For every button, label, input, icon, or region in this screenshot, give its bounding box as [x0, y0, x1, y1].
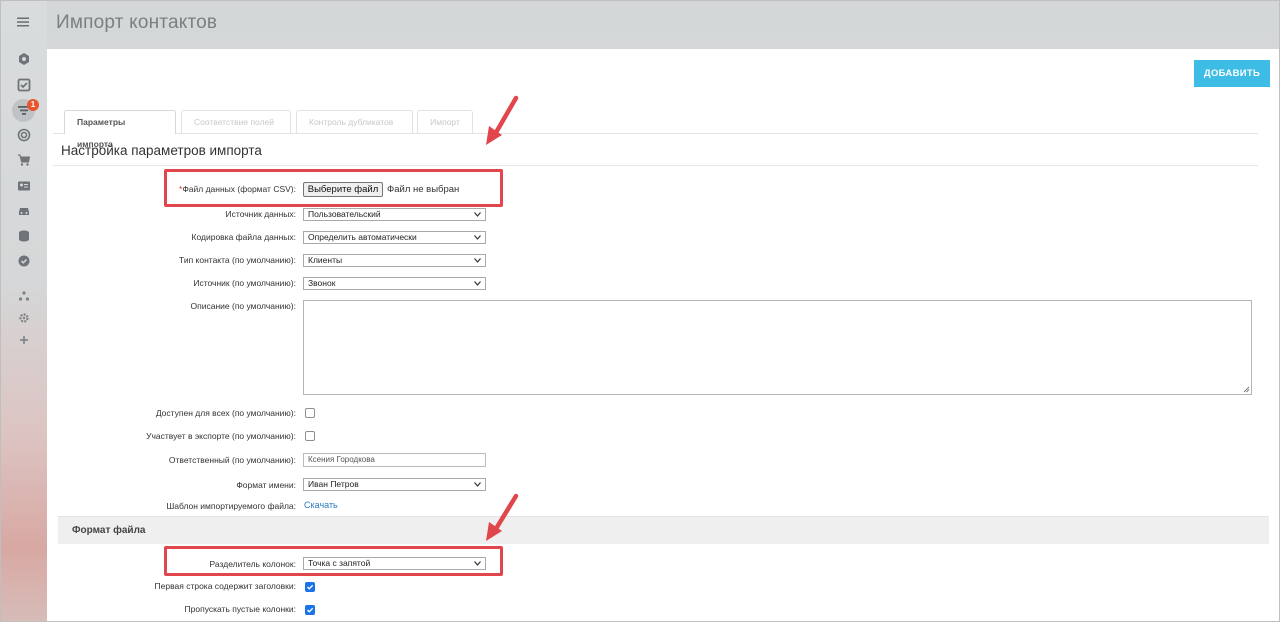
tabs-divider — [53, 133, 1258, 134]
data-source-label: Источник данных: — [225, 209, 296, 219]
database-icon[interactable] — [13, 225, 35, 247]
description-textarea[interactable] — [303, 300, 1252, 395]
checkmark-icon — [307, 584, 314, 590]
data-source-value: Пользовательский — [308, 209, 381, 219]
description-label: Описание (по умолчанию): — [190, 301, 296, 311]
annotation-arrow-icon — [486, 493, 519, 541]
section-divider — [53, 165, 1258, 166]
data-source-select[interactable]: Пользовательский — [303, 208, 486, 221]
source-select[interactable]: Звонок — [303, 277, 486, 290]
tasks-icon[interactable] — [13, 74, 35, 96]
template-label: Шаблон импортируемого файла: — [166, 501, 296, 511]
gear-icon[interactable] — [13, 307, 35, 329]
in-export-checkbox[interactable] — [305, 431, 315, 441]
chevron-down-icon — [474, 212, 481, 217]
check-circle-icon[interactable] — [13, 250, 35, 272]
source-label: Источник (по умолчанию): — [193, 278, 296, 288]
contact-type-label: Тип контакта (по умолчанию): — [179, 255, 296, 265]
available-all-checkbox[interactable] — [305, 408, 315, 418]
responsible-label: Ответственный (по умолчанию): — [168, 455, 296, 465]
separator-highlight-box — [164, 546, 503, 576]
page-title: Импорт контактов — [56, 12, 218, 33]
skip-empty-label: Пропускать пустые колонки: — [184, 604, 296, 614]
file-format-header: Формат файла — [58, 516, 1269, 544]
section-title: Настройка параметров импорта — [61, 143, 262, 158]
contact-type-value: Клиенты — [308, 255, 343, 265]
encoding-value: Определить автоматически — [308, 232, 417, 242]
sidebar: 1 — [0, 0, 47, 622]
responsible-field[interactable]: Ксения Городкова — [303, 453, 486, 467]
tab-field-mapping[interactable]: Соответствие полей — [181, 110, 291, 133]
annotation-arrow-icon — [486, 95, 519, 145]
file-highlight-box — [164, 169, 503, 207]
chevron-down-icon — [474, 281, 481, 286]
encoding-label: Кодировка файла данных: — [191, 232, 296, 242]
hamburger-menu-icon[interactable] — [16, 15, 30, 29]
tab-import-params[interactable]: Параметры импорта — [64, 110, 176, 149]
name-format-select[interactable]: Иван Петров — [303, 478, 486, 491]
available-all-label: Доступен для всех (по умолчанию): — [155, 408, 296, 418]
first-row-headers-label: Первая строка содержит заголовки: — [154, 581, 296, 591]
tab-duplicate-control[interactable]: Контроль дубликатов — [296, 110, 413, 133]
plus-icon[interactable] — [13, 329, 35, 351]
structure-icon[interactable] — [13, 285, 35, 307]
skip-empty-checkbox[interactable] — [305, 605, 315, 615]
file-format-title: Формат файла — [72, 525, 146, 536]
contact-type-select[interactable]: Клиенты — [303, 254, 486, 267]
add-button[interactable]: ДОБАВИТЬ — [1194, 60, 1270, 87]
main-panel: ДОБАВИТЬ Параметры импорта Соответствие … — [47, 49, 1279, 622]
chevron-down-icon — [474, 482, 481, 487]
in-export-label: Участвует в экспорте (по умолчанию): — [146, 431, 296, 441]
checkmark-icon — [307, 607, 314, 613]
encoding-select[interactable]: Определить автоматически — [303, 231, 486, 244]
name-format-value: Иван Петров — [308, 479, 359, 489]
chevron-down-icon — [474, 235, 481, 240]
chevron-down-icon — [474, 258, 481, 263]
download-link[interactable]: Скачать — [304, 500, 338, 510]
target-icon[interactable] — [13, 124, 35, 146]
source-value: Звонок — [308, 278, 336, 288]
tabs: Параметры импорта Соответствие полей Кон… — [64, 110, 1264, 149]
contacts-icon[interactable] — [13, 175, 35, 197]
first-row-headers-checkbox[interactable] — [305, 582, 315, 592]
car-icon[interactable] — [13, 200, 35, 222]
name-format-label: Формат имени: — [236, 480, 296, 490]
tab-import[interactable]: Импорт — [417, 110, 473, 133]
notification-badge: 1 — [27, 99, 39, 111]
resize-grip-icon[interactable] — [1243, 386, 1250, 393]
dashboard-icon[interactable] — [13, 48, 35, 70]
cart-icon[interactable] — [13, 149, 35, 171]
